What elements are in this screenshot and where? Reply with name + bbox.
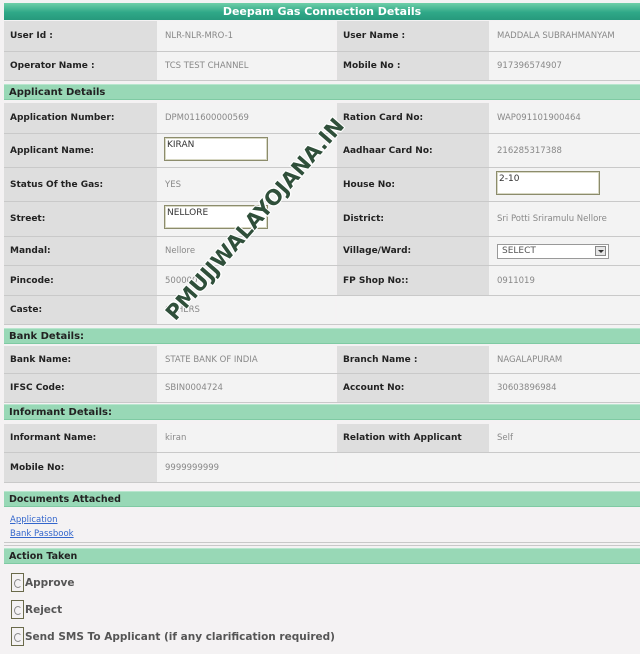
informant-mobile-row: Mobile No: 9999999999 (4, 453, 640, 483)
caste-row-filler (337, 296, 640, 324)
village-select[interactable]: SELECT (497, 243, 609, 259)
pincode-row: Pincode: 500000 FP Shop No:: 0911019 (4, 266, 640, 296)
operator-name-value: TCS TEST CHANNEL (157, 52, 335, 80)
application-number-row: Application Number: DPM011600000569 Rati… (4, 103, 640, 134)
document-link-application[interactable]: Application (10, 513, 74, 527)
bank-details-header: Bank Details: (4, 328, 640, 344)
operator-row: Operator Name : TCS TEST CHANNEL Mobile … (4, 52, 640, 81)
user-name-label: User Name : (337, 21, 489, 51)
approve-radio[interactable] (11, 573, 24, 592)
status-gas-value: YES (157, 168, 335, 201)
relation-value: Self (489, 424, 640, 452)
branch-name-value: NAGALAPURAM (489, 346, 640, 373)
street-cell: NELLORE (157, 202, 335, 236)
user-id-label: User Id : (4, 21, 157, 51)
ifsc-row: IFSC Code: SBIN0004724 Account No: 30603… (4, 374, 640, 403)
informant-mobile-label: Mobile No: (4, 453, 157, 482)
reject-label[interactable]: Reject (25, 604, 62, 616)
district-label: District: (337, 202, 489, 236)
informant-name-label: Informant Name: (4, 424, 157, 452)
informant-mobile-filler (337, 453, 640, 482)
reject-radio[interactable] (11, 600, 24, 619)
street-label: Street: (4, 202, 157, 236)
applicant-name-label: Applicant Name: (4, 134, 157, 167)
applicant-name-cell: KIRAN (157, 134, 335, 167)
aadhaar-value: 216285317388 (489, 134, 640, 167)
applicant-name-row: Applicant Name: KIRAN Aadhaar Card No: 2… (4, 134, 640, 168)
pincode-value: 500000 (157, 266, 335, 295)
ifsc-value: SBIN0004724 (157, 374, 335, 402)
caste-value: OTHERS (157, 296, 335, 324)
house-no-cell: 2-10 (489, 168, 640, 201)
dropdown-arrow-icon[interactable] (595, 246, 606, 256)
action-taken-header: Action Taken (4, 548, 640, 564)
village-cell: SELECT (489, 237, 640, 265)
approve-label[interactable]: Approve (25, 577, 75, 589)
bank-name-label: Bank Name: (4, 346, 157, 373)
ration-card-label: Ration Card No: (337, 103, 489, 133)
village-select-value: SELECT (502, 246, 536, 256)
applicant-details-header: Applicant Details (4, 84, 640, 100)
operator-mobile-label: Mobile No : (337, 52, 489, 80)
account-no-value: 30603896984 (489, 374, 640, 402)
caste-row: Caste: OTHERS (4, 296, 640, 325)
documents-attached-header: Documents Attached (4, 491, 640, 507)
aadhaar-label: Aadhaar Card No: (337, 134, 489, 167)
informant-name-value: kiran (157, 424, 335, 452)
applicant-name-input[interactable]: KIRAN (164, 137, 268, 161)
branch-name-label: Branch Name : (337, 346, 489, 373)
document-link-bank-passbook[interactable]: Bank Passbook (10, 527, 74, 541)
documents-divider-2 (4, 545, 640, 546)
caste-label: Caste: (4, 296, 157, 324)
street-input[interactable]: NELLORE (164, 205, 268, 229)
application-number-value: DPM011600000569 (157, 103, 335, 133)
house-no-label: House No: (337, 168, 489, 201)
bank-name-value: STATE BANK OF INDIA (157, 346, 335, 373)
user-name-value: MADDALA SUBRAHMANYAM (489, 21, 640, 51)
house-no-input[interactable]: 2-10 (496, 171, 600, 195)
fp-shop-value: 0911019 (489, 266, 640, 295)
application-number-label: Application Number: (4, 103, 157, 133)
village-label: Village/Ward: (337, 237, 489, 265)
user-id-value: NLR-NLR-MRO-1 (157, 21, 335, 51)
send-sms-label[interactable]: Send SMS To Applicant (if any clarificat… (25, 631, 335, 643)
mandal-label: Mandal: (4, 237, 157, 265)
documents-divider (4, 542, 640, 543)
send-sms-radio[interactable] (11, 627, 24, 646)
ration-card-value: WAP091101900464 (489, 103, 640, 133)
bank-name-row: Bank Name: STATE BANK OF INDIA Branch Na… (4, 346, 640, 374)
district-value: Sri Potti Sriramulu Nellore (489, 202, 640, 236)
status-gas-label: Status Of the Gas: (4, 168, 157, 201)
operator-name-label: Operator Name : (4, 52, 157, 80)
informant-details-header: Informant Details: (4, 404, 640, 420)
status-row: Status Of the Gas: YES House No: 2-10 (4, 168, 640, 202)
documents-list: Application Bank Passbook (10, 513, 74, 541)
street-row: Street: NELLORE District: Sri Potti Srir… (4, 202, 640, 237)
account-no-label: Account No: (337, 374, 489, 402)
operator-mobile-value: 917396574907 (489, 52, 640, 80)
informant-mobile-value: 9999999999 (157, 453, 335, 482)
approve-option[interactable]: Approve (11, 573, 75, 592)
pincode-label: Pincode: (4, 266, 157, 295)
fp-shop-label: FP Shop No:: (337, 266, 489, 295)
ifsc-label: IFSC Code: (4, 374, 157, 402)
user-row: User Id : NLR-NLR-MRO-1 User Name : MADD… (4, 21, 640, 52)
mandal-value: Nellore (157, 237, 335, 265)
reject-option[interactable]: Reject (11, 600, 62, 619)
informant-name-row: Informant Name: kiran Relation with Appl… (4, 424, 640, 453)
send-sms-option[interactable]: Send SMS To Applicant (if any clarificat… (11, 627, 335, 646)
mandal-row: Mandal: Nellore Village/Ward: SELECT (4, 237, 640, 266)
page-title: Deepam Gas Connection Details (4, 3, 640, 20)
relation-label: Relation with Applicant (337, 424, 489, 452)
